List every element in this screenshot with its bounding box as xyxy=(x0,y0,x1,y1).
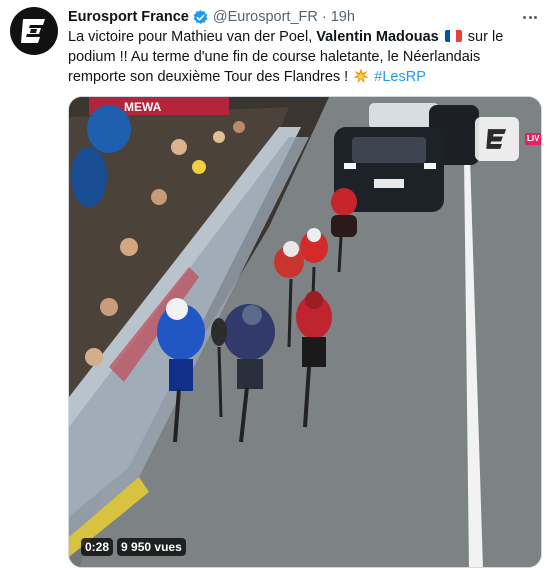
collision-emoji-icon xyxy=(353,68,369,84)
tweet-text: La victoire pour Mathieu van der Poel, V… xyxy=(68,27,540,87)
verified-badge-icon xyxy=(192,9,209,26)
video-frame: MEWA xyxy=(69,97,541,567)
banner-text: MEWA xyxy=(124,100,162,114)
video-player[interactable]: MEWA LIV 0:28 9 950 vues xyxy=(68,96,542,568)
video-meta: 0:28 9 950 vues xyxy=(81,538,186,556)
account-name[interactable]: Eurosport France xyxy=(68,9,189,25)
account-handle[interactable]: @Eurosport_FR xyxy=(213,9,318,25)
more-options-icon[interactable] xyxy=(520,8,540,26)
video-duration: 0:28 xyxy=(81,538,114,556)
tweet-header: Eurosport France @Eurosport_FR · 19h xyxy=(68,8,355,26)
header-separator: · xyxy=(321,9,327,25)
eurosport-logo-icon xyxy=(21,19,45,43)
account-avatar[interactable] xyxy=(10,7,58,55)
tweet-timestamp[interactable]: 19h xyxy=(331,9,355,25)
eurosport-watermark-icon xyxy=(475,117,519,161)
hashtag-link[interactable]: #LesRP xyxy=(374,69,426,85)
tweet-text-bold-name: Valentin Madouas xyxy=(316,29,439,45)
video-views: 9 950 vues xyxy=(117,538,186,556)
french-flag-icon xyxy=(444,30,462,42)
tweet-card[interactable]: Eurosport France @Eurosport_FR · 19h La … xyxy=(0,0,554,580)
tweet-text-part1: La victoire pour Mathieu van der Poel, xyxy=(68,29,317,45)
live-badge: LIV xyxy=(525,133,541,145)
